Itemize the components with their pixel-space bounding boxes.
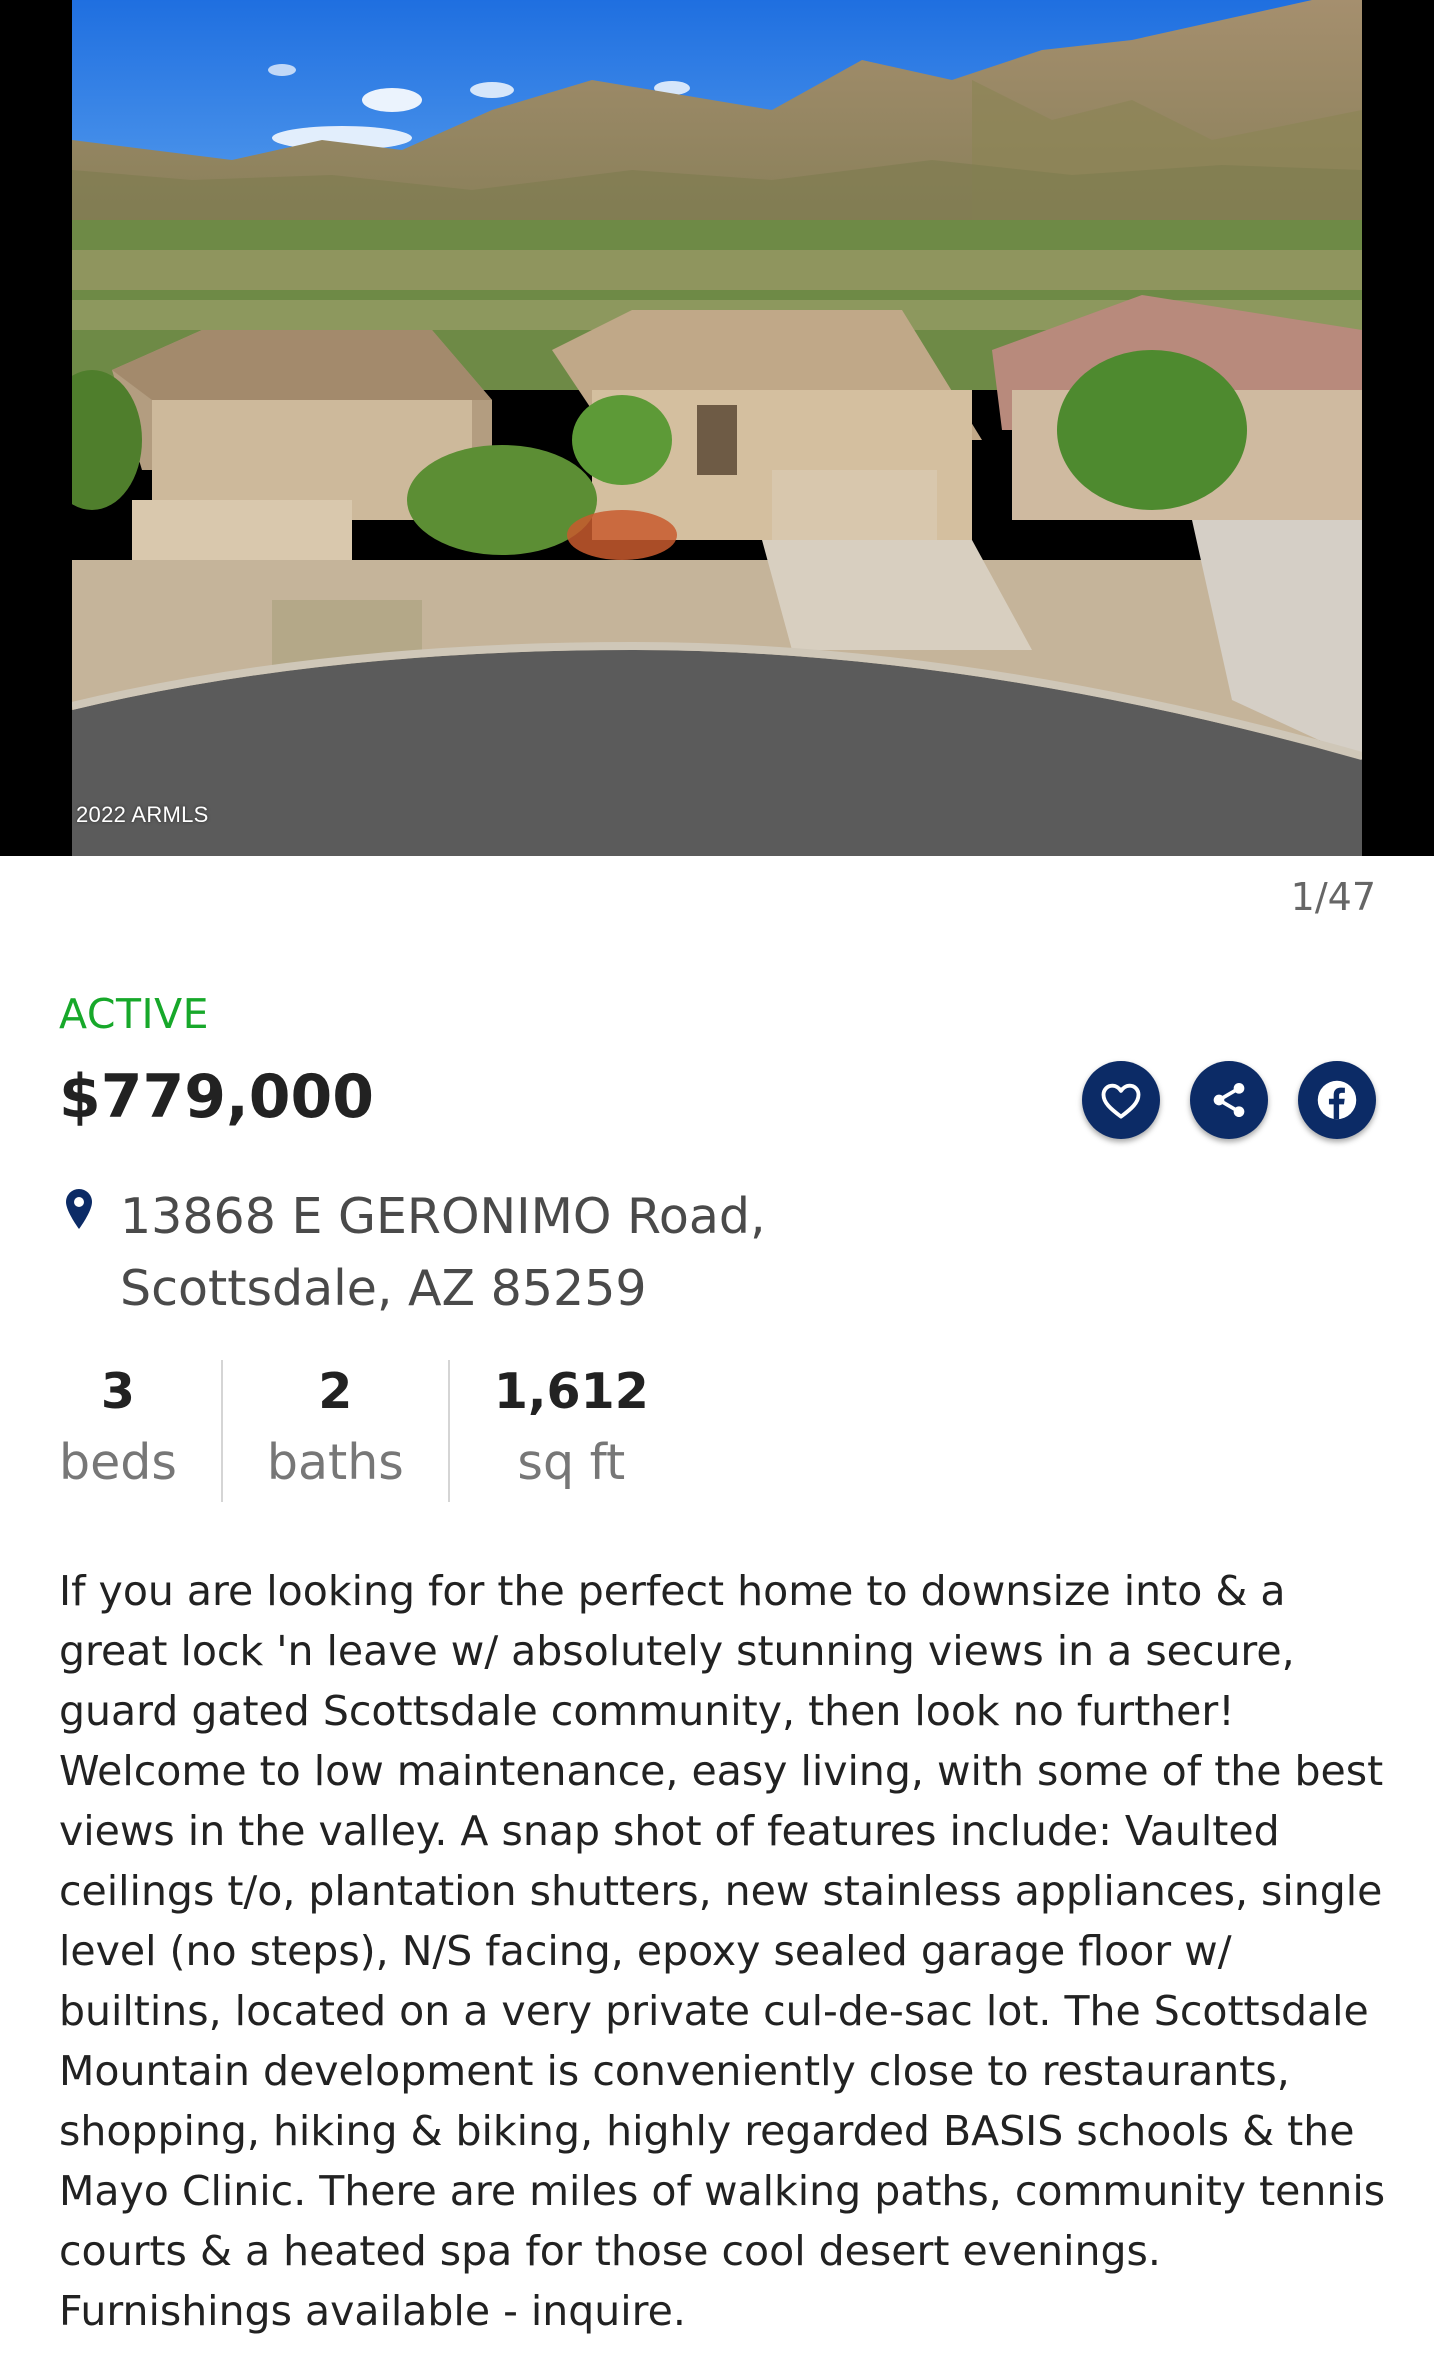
- listing-price: $779,000: [59, 1062, 375, 1132]
- share-icon: [1213, 1083, 1245, 1117]
- stat-label: sq ft: [517, 1434, 626, 1491]
- listing-address: 13868 E GERONIMO Road, Scottsdale, AZ 85…: [66, 1181, 766, 1325]
- facebook-share-button[interactable]: [1298, 1061, 1376, 1139]
- stat-beds: 3 beds: [59, 1360, 177, 1502]
- photo-carousel[interactable]: 2022 ARMLS: [0, 0, 1434, 856]
- location-pin-icon: [66, 1189, 92, 1229]
- stat-divider: [447, 1360, 450, 1502]
- listing-actions: [1082, 1061, 1376, 1139]
- photo-watermark: 2022 ARMLS: [76, 802, 209, 827]
- heart-icon: [1101, 1083, 1141, 1119]
- stat-sqft: 1,612 sq ft: [494, 1360, 649, 1502]
- listing-photo[interactable]: [72, 0, 1362, 856]
- address-city: Scottsdale, AZ 85259: [120, 1260, 647, 1317]
- stat-value: 3: [100, 1363, 135, 1420]
- photo-counter: 1/47: [1290, 875, 1376, 919]
- share-button[interactable]: [1190, 1061, 1268, 1139]
- facebook-icon: [1317, 1080, 1357, 1120]
- listing-status: ACTIVE: [59, 990, 210, 1038]
- stat-divider: [220, 1360, 223, 1502]
- stat-label: baths: [266, 1434, 404, 1491]
- favorite-button[interactable]: [1082, 1061, 1160, 1139]
- stat-value: 1,612: [493, 1363, 649, 1420]
- listing-description: If you are looking for the perfect home …: [59, 1567, 1386, 2335]
- address-street: 13868 E GERONIMO Road,: [120, 1188, 766, 1245]
- stat-value: 2: [318, 1363, 353, 1420]
- stat-baths: 2 baths: [267, 1360, 404, 1502]
- stat-label: beds: [59, 1434, 177, 1491]
- listing-stats: 3 beds 2 baths 1,612 sq ft: [59, 1360, 649, 1502]
